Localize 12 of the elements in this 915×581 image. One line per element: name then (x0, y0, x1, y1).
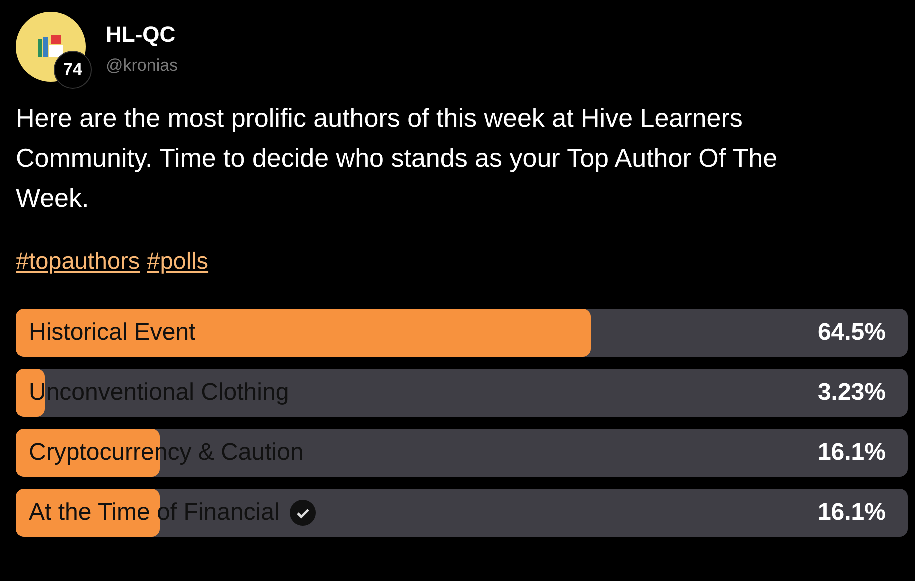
option-label: Historical Event (29, 319, 196, 347)
option-percent: 16.1% (818, 499, 886, 527)
option-percent: 64.5% (818, 319, 886, 347)
author-handle: @kronias (106, 56, 178, 76)
hashtag-link[interactable]: #topauthors (16, 248, 140, 275)
option-percent: 16.1% (818, 439, 886, 467)
post-text: Here are the most prolific authors of this week at Hive Learners Community. Time to decide who stands as your Top Author Of The Week. (16, 102, 779, 215)
reputation-badge: 74 (54, 51, 92, 89)
hashtag-link[interactable]: #polls (147, 248, 209, 275)
option-percent: 3.23% (818, 379, 886, 407)
poll-option[interactable]: Historical Event 64.5% (16, 309, 908, 357)
author-name: HL-QC (106, 22, 177, 48)
